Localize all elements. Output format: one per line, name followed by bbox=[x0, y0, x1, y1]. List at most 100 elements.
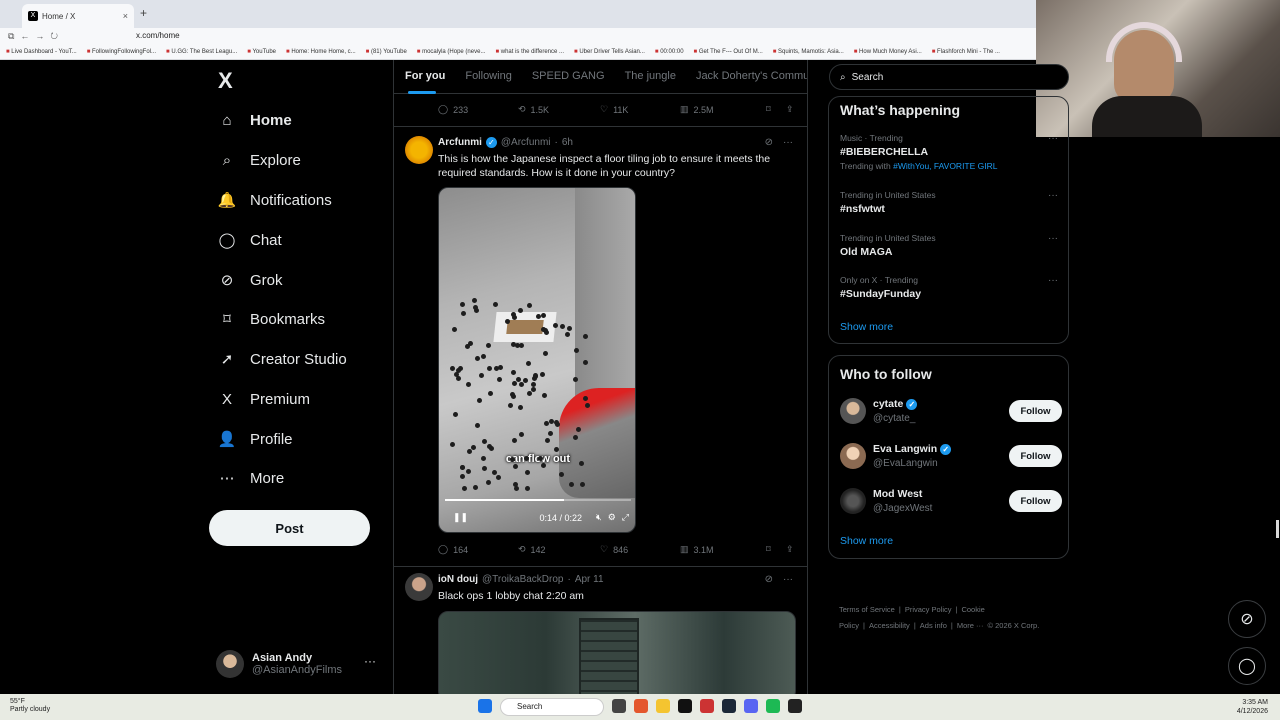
x-logo-icon[interactable]: X bbox=[218, 68, 233, 94]
browser-nav-icons[interactable]: ⧉←→↻ bbox=[8, 31, 64, 42]
account-switcher[interactable]: Asian Andy @AsianAndyFilms ··· bbox=[216, 646, 386, 682]
bookmark-item[interactable]: YouTube bbox=[247, 49, 276, 55]
trend-item[interactable]: Music · Trending #BIEBERCHELLA Trending wi… bbox=[840, 133, 1062, 171]
more-dots-icon[interactable]: ··· bbox=[783, 574, 793, 585]
share-icon[interactable]: ⇪ bbox=[786, 104, 794, 115]
tab-following[interactable]: Following bbox=[454, 60, 520, 93]
bookmark-item[interactable]: Uber Driver Tells Asian... bbox=[574, 49, 645, 55]
pause-icon[interactable]: ❚❚ bbox=[453, 512, 468, 523]
trend-item[interactable]: Only on X · Trending #SundayFunday ··· bbox=[840, 275, 1062, 300]
bookmark-item[interactable]: Home: Home Home, c... bbox=[286, 49, 355, 55]
repost-button[interactable]: ⟲ 142 bbox=[518, 544, 600, 555]
post-button[interactable]: Post bbox=[209, 510, 370, 546]
bookmark-item[interactable]: Squints, Mamotis: Asia... bbox=[773, 49, 844, 55]
avatar[interactable] bbox=[405, 573, 433, 601]
sidebar-item-home[interactable]: ⌂ Home bbox=[218, 108, 291, 132]
author-name[interactable]: Arcfunmi bbox=[438, 137, 482, 148]
taskview-icon[interactable] bbox=[612, 699, 626, 713]
more-dots-icon[interactable]: ··· bbox=[364, 654, 376, 668]
url-field[interactable]: x.com/home bbox=[136, 31, 180, 40]
browser-tab[interactable]: X Home / X × bbox=[22, 4, 134, 28]
bookmark-item[interactable]: Get The F--- Out Of M... bbox=[694, 49, 763, 55]
bookmark-item[interactable]: U.GG: The Best Leagu... bbox=[166, 49, 237, 55]
trend-item[interactable]: Trending in United States #nsfwtwt ··· bbox=[840, 190, 1062, 215]
grok-icon[interactable]: ⊘ bbox=[765, 574, 773, 585]
tab-close-icon[interactable]: × bbox=[123, 11, 128, 21]
start-icon[interactable] bbox=[478, 699, 492, 713]
bookmark-item[interactable]: mocalyla (Hope (neve... bbox=[417, 49, 485, 55]
bookmark-item[interactable]: 00:00:00 bbox=[655, 49, 683, 55]
bookmark-item[interactable]: How Much Money Asi... bbox=[854, 49, 922, 55]
trend-item[interactable]: Trending in United States Old MAGA ··· bbox=[840, 233, 1062, 258]
repost-button[interactable]: ⟲ 1.5K bbox=[518, 104, 600, 115]
more-dots-icon[interactable]: ··· bbox=[1048, 275, 1058, 286]
footer-link[interactable]: Accessibility bbox=[869, 621, 910, 630]
views-button[interactable]: ▥ 3.1M bbox=[680, 544, 766, 555]
messages-float-button[interactable]: ◯ bbox=[1228, 647, 1266, 685]
tab-for-you[interactable]: For you bbox=[394, 60, 454, 94]
follow-button[interactable]: Follow bbox=[1009, 445, 1062, 467]
scrollbar[interactable] bbox=[1276, 520, 1279, 538]
follow-suggestion[interactable]: Mod West @JagexWest Follow bbox=[840, 486, 1062, 520]
follow-button[interactable]: Follow bbox=[1009, 400, 1062, 422]
tab-the-jungle[interactable]: The jungle bbox=[614, 60, 685, 93]
avatar[interactable] bbox=[840, 488, 866, 514]
bookmark-item[interactable]: FollowingFollowingFol... bbox=[87, 49, 156, 55]
sidebar-item-more[interactable]: ⋯ More bbox=[218, 466, 285, 490]
bookmark-item[interactable]: (81) YouTube bbox=[366, 49, 407, 55]
steam-icon[interactable] bbox=[722, 699, 736, 713]
tweet-media[interactable] bbox=[438, 611, 796, 694]
show-more-link[interactable]: Show more bbox=[840, 321, 893, 333]
sidebar-item-profile[interactable]: 👤 Profile bbox=[218, 427, 293, 451]
sidebar-item-explore[interactable]: ⌕ Explore bbox=[218, 148, 301, 172]
terminal-icon[interactable] bbox=[788, 699, 802, 713]
tab-speed-gang[interactable]: SPEED GANG bbox=[521, 60, 614, 93]
author-name[interactable]: ioN douj bbox=[438, 574, 478, 585]
avatar[interactable] bbox=[840, 398, 866, 424]
bookmark-icon[interactable]: ⌑ bbox=[766, 104, 786, 115]
fullscreen-icon[interactable]: ⤢ bbox=[622, 512, 629, 523]
new-tab-button[interactable]: + bbox=[140, 6, 147, 20]
timestamp[interactable]: 6h bbox=[562, 137, 573, 148]
sidebar-item-chat[interactable]: ◯ Chat bbox=[218, 228, 282, 252]
sidebar-item-premium[interactable]: X Premium bbox=[218, 387, 310, 411]
bookmark-item[interactable]: what is the difference ... bbox=[495, 49, 564, 55]
sidebar-item-grok[interactable]: ⊘ Grok bbox=[218, 268, 283, 292]
grok-icon[interactable]: ⊘ bbox=[765, 137, 773, 148]
search-input[interactable]: ⌕ Search bbox=[829, 64, 1069, 90]
footer-link[interactable]: © 2026 X Corp. bbox=[988, 621, 1040, 630]
spotify-icon[interactable] bbox=[766, 699, 780, 713]
footer-link[interactable]: Privacy Policy bbox=[905, 605, 952, 614]
discord-icon[interactable] bbox=[744, 699, 758, 713]
follow-suggestion[interactable]: cytate ✓ @cytate_ Follow bbox=[840, 396, 1062, 430]
tab-jack-doherty-s-commun[interactable]: Jack Doherty's Commun bbox=[685, 60, 807, 93]
avatar[interactable] bbox=[405, 136, 433, 164]
follow-suggestion[interactable]: Eva Langwin ✓ @EvaLangwin Follow bbox=[840, 441, 1062, 475]
views-button[interactable]: ▥ 2.5M bbox=[680, 104, 766, 115]
author-handle[interactable]: @TroikaBackDrop bbox=[482, 574, 563, 585]
footer-link[interactable]: Terms of Service bbox=[839, 605, 895, 614]
bookmark-item[interactable]: Live Dashboard - YouT... bbox=[6, 49, 76, 55]
more-dots-icon[interactable]: ··· bbox=[1048, 233, 1058, 244]
more-dots-icon[interactable]: ··· bbox=[1048, 133, 1058, 144]
settings-icon[interactable]: ⚙ bbox=[608, 512, 616, 523]
taskbar-clock[interactable]: 3:35 AM 4/12/2026 bbox=[1237, 698, 1268, 716]
like-button[interactable]: ♡ 11K bbox=[600, 104, 680, 115]
avatar[interactable] bbox=[840, 443, 866, 469]
reply-button[interactable]: ◯ 233 bbox=[438, 104, 518, 115]
more-dots-icon[interactable]: ··· bbox=[1048, 190, 1058, 201]
video-player[interactable]: can flow out ❚❚ 0:14 / 0:22 🔇︎ ⚙ ⤢ bbox=[438, 187, 636, 533]
mute-icon[interactable]: 🔇︎ bbox=[596, 512, 602, 523]
footer-link[interactable]: Ads info bbox=[920, 621, 947, 630]
footer-link[interactable]: More ··· bbox=[957, 621, 984, 630]
sidebar-item-notifications[interactable]: 🔔 Notifications bbox=[218, 188, 332, 212]
bookmark-icon[interactable]: ⌑ bbox=[766, 544, 786, 555]
follow-button[interactable]: Follow bbox=[1009, 490, 1062, 512]
video-progress-bar[interactable] bbox=[445, 499, 631, 501]
sidebar-item-bookmarks[interactable]: ⌑ Bookmarks bbox=[218, 307, 325, 331]
share-icon[interactable]: ⇪ bbox=[786, 544, 794, 555]
bookmark-item[interactable]: Flashforch Mini - The ... bbox=[932, 49, 1000, 55]
file-explorer-icon[interactable] bbox=[656, 699, 670, 713]
more-dots-icon[interactable]: ··· bbox=[783, 137, 793, 148]
weather-widget[interactable]: 55°F Partly cloudy bbox=[10, 698, 50, 714]
